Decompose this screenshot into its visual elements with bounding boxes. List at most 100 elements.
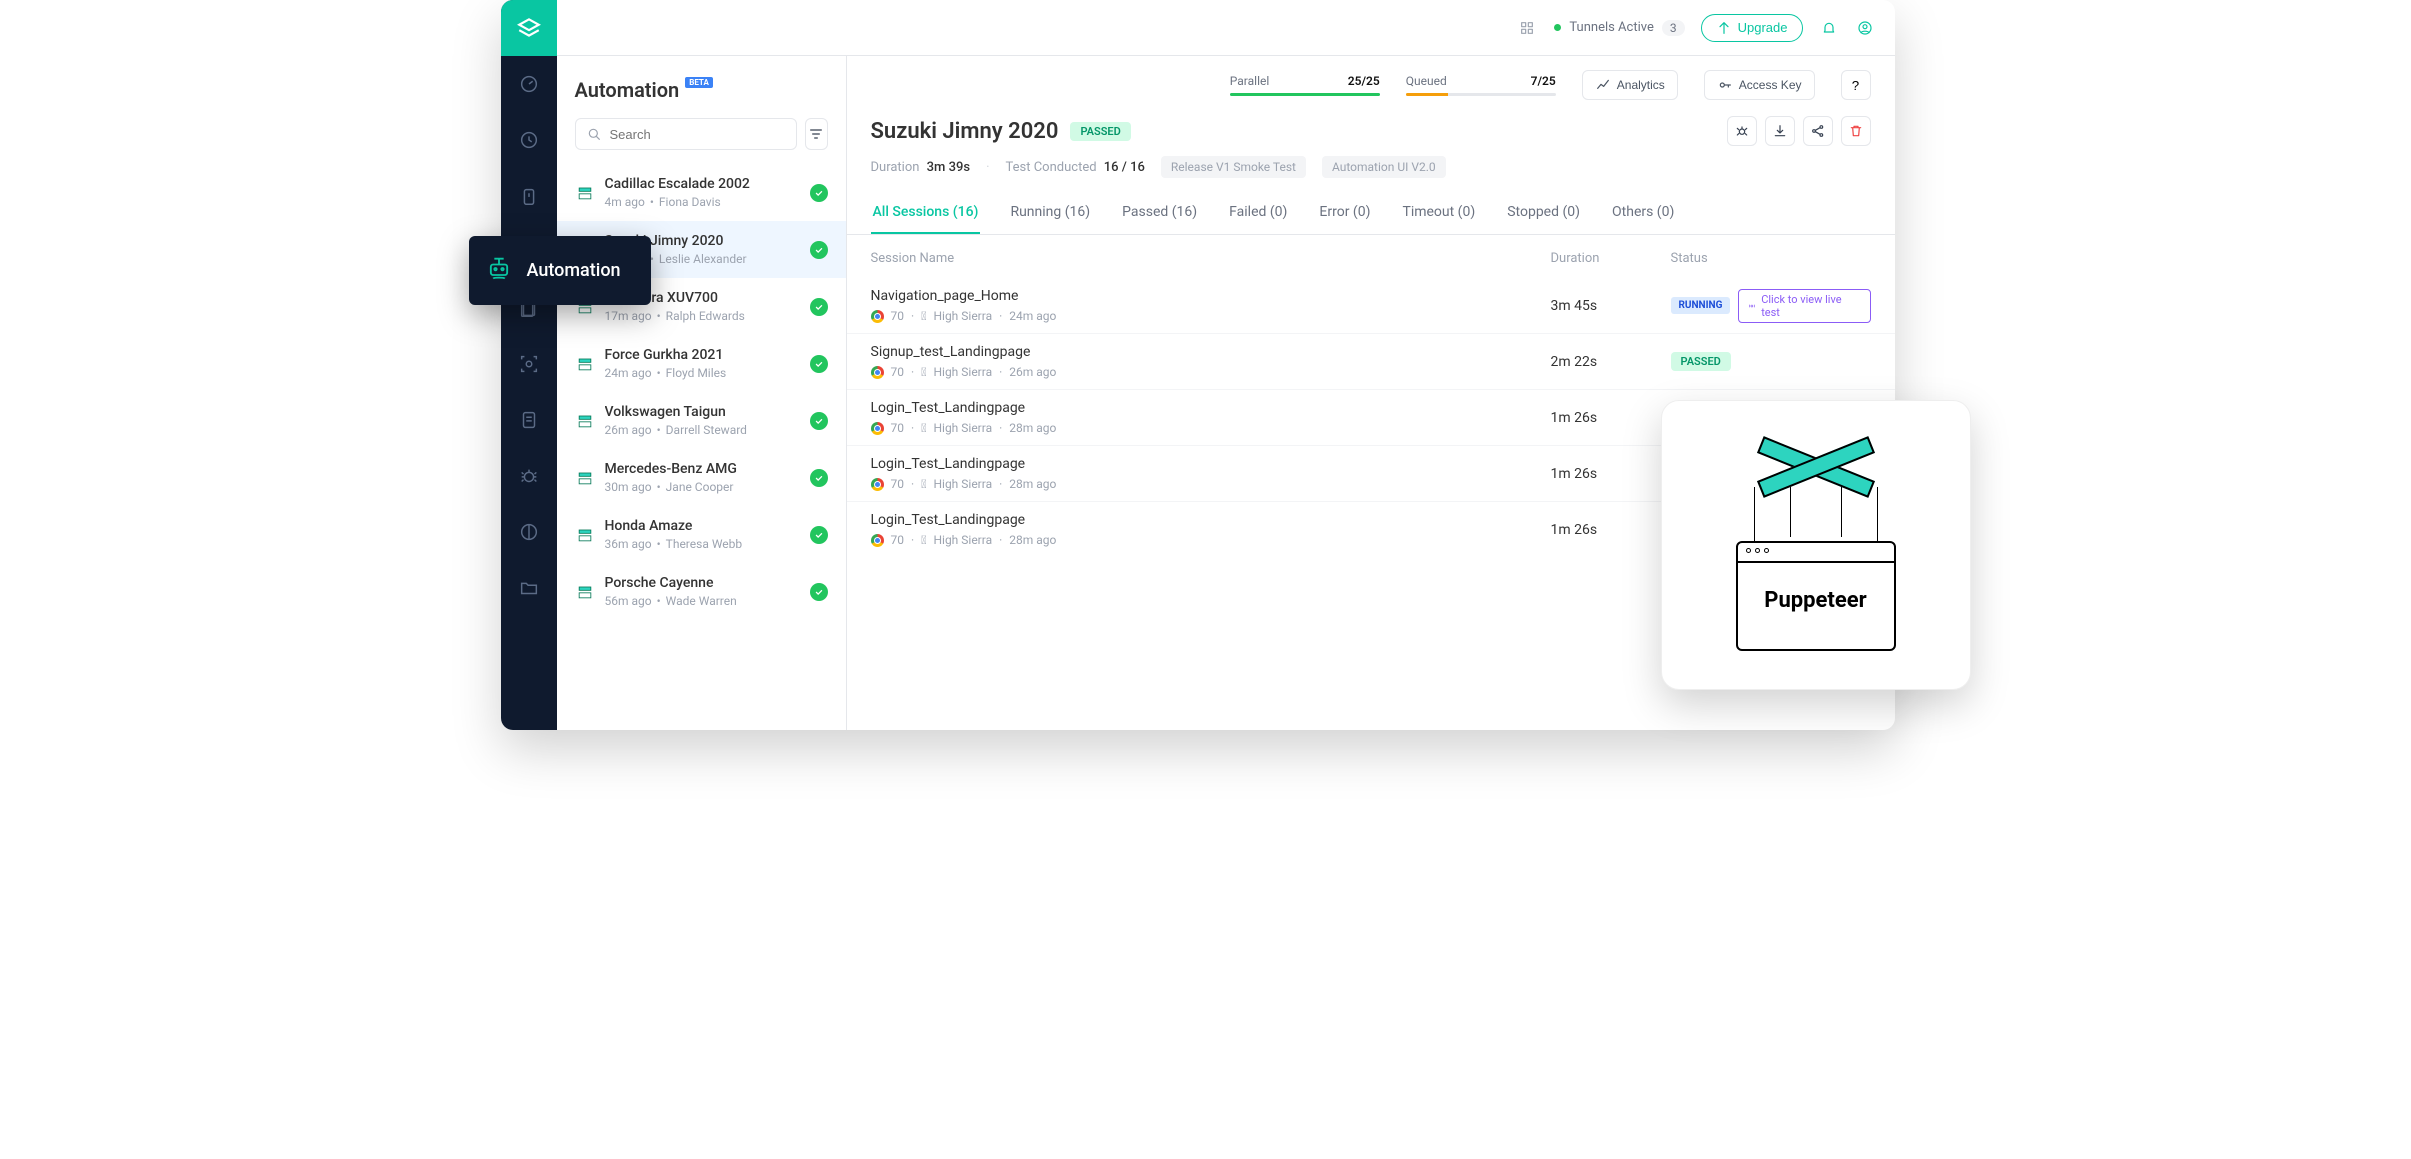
framework-icon bbox=[575, 411, 595, 431]
search-input[interactable] bbox=[575, 118, 797, 150]
build-item[interactable]: Volkswagen Taigun 26m ago•Darrell Stewar… bbox=[557, 392, 846, 449]
nav-folder-icon[interactable] bbox=[501, 560, 557, 616]
queued-label: Queued bbox=[1406, 74, 1447, 88]
upgrade-button[interactable]: Upgrade bbox=[1701, 14, 1803, 42]
duration-value: 3m 39s bbox=[927, 160, 970, 175]
metrics-row: Parallel 25/25 Queued 7/25 bbox=[847, 56, 1895, 108]
build-item[interactable]: Force Gurkha 2021 24m ago•Floyd Miles bbox=[557, 335, 846, 392]
build-item[interactable]: Honda Amaze 36m ago•Theresa Webb bbox=[557, 506, 846, 563]
build-name: Volkswagen Taigun bbox=[605, 404, 800, 420]
chrome-icon bbox=[871, 422, 884, 435]
build-meta: 24m ago•Floyd Miles bbox=[605, 366, 800, 380]
status-passed-icon bbox=[810, 355, 828, 373]
status-passed-icon bbox=[810, 469, 828, 487]
help-button[interactable]: ? bbox=[1841, 70, 1871, 100]
build-meta: 56m ago•Wade Warren bbox=[605, 594, 800, 608]
download-button[interactable] bbox=[1765, 116, 1795, 146]
status-badge: PASSED bbox=[1070, 122, 1130, 141]
help-label: ? bbox=[1852, 78, 1859, 93]
profile-icon[interactable] bbox=[1855, 18, 1875, 38]
builds-panel: Automation BETA Cad bbox=[557, 56, 847, 730]
conducted-label: Test Conducted bbox=[1006, 160, 1097, 175]
view-live-button[interactable]: Click to view live test bbox=[1738, 289, 1870, 323]
apple-icon:  bbox=[921, 421, 926, 435]
beta-badge: BETA bbox=[685, 77, 713, 88]
share-button[interactable] bbox=[1803, 116, 1833, 146]
col-status: Status bbox=[1671, 251, 1871, 266]
trash-icon bbox=[1848, 123, 1864, 139]
apple-icon:  bbox=[921, 365, 926, 379]
framework-icon bbox=[575, 468, 595, 488]
build-name: Honda Amaze bbox=[605, 518, 800, 534]
parallel-metric: Parallel 25/25 bbox=[1230, 74, 1380, 96]
session-name: Login_Test_Landingpage bbox=[871, 456, 1551, 472]
tab[interactable]: Passed (16) bbox=[1120, 192, 1199, 234]
browser-window-icon: Puppeteer bbox=[1736, 541, 1896, 651]
logo-icon[interactable] bbox=[501, 0, 557, 56]
nav-scan-icon[interactable] bbox=[501, 336, 557, 392]
delete-button[interactable] bbox=[1841, 116, 1871, 146]
nav-notes-icon[interactable] bbox=[501, 392, 557, 448]
session-meta: 70 · High Sierra ·28m ago bbox=[871, 421, 1551, 435]
bell-icon[interactable] bbox=[1819, 18, 1839, 38]
framework-icon bbox=[575, 525, 595, 545]
analytics-button[interactable]: Analytics bbox=[1582, 70, 1678, 100]
tab[interactable]: All Sessions (16) bbox=[871, 192, 981, 234]
session-name: Navigation_page_Home bbox=[871, 288, 1551, 304]
conducted-value: 16 / 16 bbox=[1104, 160, 1145, 175]
status-dot-icon bbox=[1554, 24, 1561, 31]
build-title: Suzuki Jimny 2020 bbox=[871, 119, 1059, 144]
tab[interactable]: Timeout (0) bbox=[1400, 192, 1477, 234]
nav-bug-icon[interactable] bbox=[501, 448, 557, 504]
access-key-label: Access Key bbox=[1739, 78, 1802, 92]
duration-label: Duration bbox=[871, 160, 920, 175]
apple-icon:  bbox=[921, 477, 926, 491]
session-meta: 70 · High Sierra ·26m ago bbox=[871, 365, 1551, 379]
tab[interactable]: Error (0) bbox=[1317, 192, 1372, 234]
debug-button[interactable] bbox=[1727, 116, 1757, 146]
nav-battery-icon[interactable] bbox=[501, 168, 557, 224]
puppeteer-label: Puppeteer bbox=[1764, 588, 1866, 613]
framework-icon bbox=[575, 582, 595, 602]
framework-icon bbox=[575, 354, 595, 374]
tab[interactable]: Others (0) bbox=[1610, 192, 1676, 234]
col-session-name: Session Name bbox=[871, 251, 1551, 266]
filter-button[interactable] bbox=[805, 118, 828, 150]
session-row[interactable]: Signup_test_Landingpage 70 · High Sierr… bbox=[847, 333, 1895, 389]
status-passed-badge: PASSED bbox=[1671, 352, 1731, 371]
build-name: Force Gurkha 2021 bbox=[605, 347, 800, 363]
build-meta: 30m ago•Jane Cooper bbox=[605, 480, 800, 494]
build-name: Mercedes-Benz AMG bbox=[605, 461, 800, 477]
tunnels-label: Tunnels Active bbox=[1569, 20, 1653, 35]
build-item[interactable]: Mercedes-Benz AMG 30m ago•Jane Cooper bbox=[557, 449, 846, 506]
tab[interactable]: Failed (0) bbox=[1227, 192, 1289, 234]
tooltip-label: Automation bbox=[527, 260, 621, 281]
build-meta: 36m ago•Theresa Webb bbox=[605, 537, 800, 551]
detail-header: Suzuki Jimny 2020 PASSED Durati bbox=[847, 108, 1895, 192]
apps-grid-icon[interactable] bbox=[1516, 18, 1538, 38]
share-icon bbox=[1810, 123, 1826, 139]
session-name: Login_Test_Landingpage bbox=[871, 512, 1551, 528]
nav-dashboard-icon[interactable] bbox=[501, 56, 557, 112]
puppeteer-card: Puppeteer bbox=[1661, 400, 1971, 690]
status-passed-icon bbox=[810, 583, 828, 601]
build-item[interactable]: Cadillac Escalade 2002 4m ago•Fiona Davi… bbox=[557, 164, 846, 221]
analytics-icon bbox=[1595, 77, 1611, 93]
chrome-icon bbox=[871, 366, 884, 379]
queued-value: 7/25 bbox=[1531, 74, 1556, 88]
build-item[interactable]: Porsche Cayenne 56m ago•Wade Warren bbox=[557, 563, 846, 620]
build-name: Cadillac Escalade 2002 bbox=[605, 176, 800, 192]
nav-contrast-icon[interactable] bbox=[501, 504, 557, 560]
session-row[interactable]: Navigation_page_Home 70 · High Sierra ·… bbox=[847, 278, 1895, 333]
tab[interactable]: Running (16) bbox=[1008, 192, 1092, 234]
filter-icon bbox=[808, 126, 824, 142]
search-field[interactable] bbox=[610, 127, 786, 142]
chrome-icon bbox=[871, 478, 884, 491]
search-icon bbox=[586, 126, 602, 142]
tab[interactable]: Stopped (0) bbox=[1505, 192, 1582, 234]
parallel-label: Parallel bbox=[1230, 74, 1270, 88]
nav-history-icon[interactable] bbox=[501, 112, 557, 168]
access-key-button[interactable]: Access Key bbox=[1704, 70, 1815, 100]
tunnels-count: 3 bbox=[1662, 20, 1685, 36]
tunnels-status: Tunnels Active 3 bbox=[1554, 20, 1684, 36]
